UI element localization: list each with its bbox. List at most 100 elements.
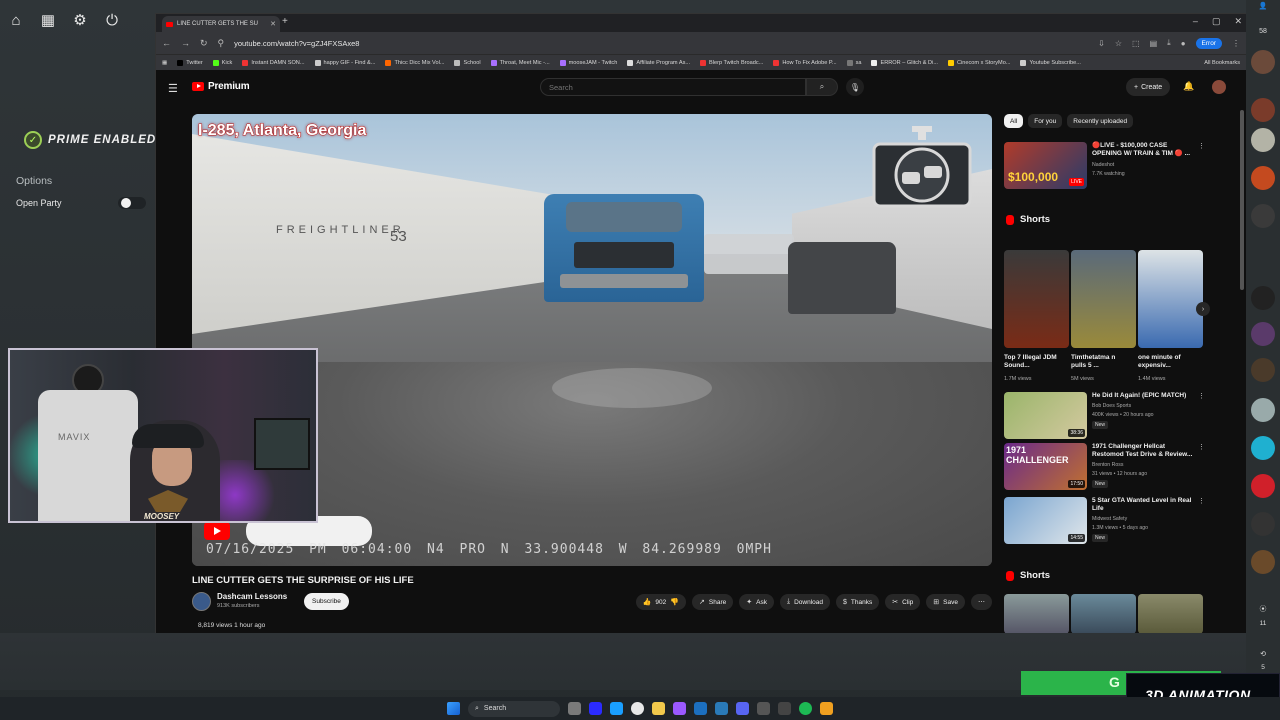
- bookmark-item[interactable]: Youtube Subscribe...: [1020, 59, 1081, 66]
- more-options-icon[interactable]: ⋮: [1198, 392, 1205, 400]
- clip-button[interactable]: ✂ Clip: [885, 594, 921, 610]
- apps-grid-icon[interactable]: ▦: [162, 60, 167, 66]
- rail-server-icon[interactable]: [1251, 358, 1275, 382]
- channel-name[interactable]: Dashcam Lessons: [217, 592, 287, 601]
- account-avatar[interactable]: [1212, 80, 1226, 94]
- bookmark-item[interactable]: Instant DAMN SON...: [242, 59, 305, 66]
- short-card-1[interactable]: [1004, 250, 1069, 348]
- rail-server-icon[interactable]: [1251, 204, 1275, 228]
- rail-server-icon[interactable]: [1251, 128, 1275, 152]
- rail-server-icon[interactable]: [1251, 398, 1275, 422]
- steam-icon[interactable]: [610, 702, 623, 715]
- more-options-icon[interactable]: ⋮: [1198, 142, 1205, 150]
- chip-for-you[interactable]: For you: [1028, 114, 1063, 128]
- bookmark-item[interactable]: Affiliate Program As...: [627, 59, 690, 66]
- short-card-5[interactable]: [1071, 594, 1136, 633]
- bookmark-item[interactable]: Thicc Dicc Mix Vol...: [385, 59, 444, 66]
- bookmark-item[interactable]: School: [454, 59, 481, 66]
- close-window-icon[interactable]: ✕: [1234, 16, 1242, 27]
- store-icon[interactable]: ▦: [32, 0, 64, 40]
- browser-tab[interactable]: LINE CUTTER GETS THE SU ✕: [162, 16, 280, 32]
- chip-all[interactable]: All: [1004, 114, 1024, 128]
- rail-history-icon[interactable]: ⟲: [1246, 650, 1280, 658]
- site-info-icon[interactable]: ⚲: [218, 38, 225, 49]
- channel-avatar[interactable]: [192, 592, 211, 611]
- bookmark-item[interactable]: Blerp Twitch Broadc...: [700, 59, 763, 66]
- power-icon[interactable]: ⏻: [96, 0, 128, 40]
- bookmark-item[interactable]: Twitter: [177, 59, 203, 66]
- download-button[interactable]: ⤓ Download: [779, 594, 830, 610]
- short-card-3[interactable]: [1138, 250, 1203, 348]
- install-icon[interactable]: ⇩: [1098, 39, 1105, 48]
- ask-button[interactable]: ✦ Ask: [739, 594, 774, 610]
- rail-server-icon[interactable]: [1251, 166, 1275, 190]
- share-button[interactable]: ↗ Share: [692, 594, 734, 610]
- bookmark-item[interactable]: Throat, Meet Mic -...: [490, 59, 550, 66]
- maximize-icon[interactable]: ▢: [1212, 16, 1221, 27]
- back-icon[interactable]: ←: [162, 38, 171, 48]
- home-icon[interactable]: ⌂: [0, 0, 32, 40]
- search-button[interactable]: ⌕: [806, 78, 838, 96]
- app-icon[interactable]: [778, 702, 791, 715]
- discord-icon[interactable]: [736, 702, 749, 715]
- bookmark-item[interactable]: Kick: [212, 59, 232, 66]
- create-button[interactable]: + Create: [1126, 78, 1171, 96]
- gear-icon[interactable]: ⚙: [64, 0, 96, 40]
- bookmark-item[interactable]: How To Fix Adobe P...: [773, 59, 837, 66]
- search-input[interactable]: [540, 78, 806, 96]
- url-field[interactable]: youtube.com/watch?v=gZJ4FXSAxe8: [234, 39, 1088, 48]
- menu-icon[interactable]: ⋮: [1232, 39, 1240, 48]
- bookmark-item[interactable]: ERROR – Glitch & Di...: [871, 59, 938, 66]
- bookmark-star-icon[interactable]: ☆: [1115, 39, 1122, 48]
- bookmark-item[interactable]: Cinecom x StoryMo...: [948, 59, 1010, 66]
- page-scrollbar[interactable]: [1240, 110, 1244, 290]
- premiere-icon[interactable]: [589, 702, 602, 715]
- more-options-icon[interactable]: ⋮: [1198, 497, 1205, 505]
- profile-error-badge[interactable]: Error: [1195, 37, 1222, 49]
- sidepanel-icon[interactable]: ▤: [1150, 39, 1158, 48]
- save-button[interactable]: ⊞ Save: [926, 594, 965, 610]
- task-view-icon[interactable]: [568, 702, 581, 715]
- rail-server-icon[interactable]: [1251, 512, 1275, 536]
- chrome-icon[interactable]: [631, 702, 644, 715]
- bookmark-item[interactable]: happy GIF - Find &...: [314, 59, 375, 66]
- all-bookmarks-button[interactable]: All Bookmarks: [1204, 60, 1240, 66]
- rail-server-icon[interactable]: [1251, 50, 1275, 74]
- rail-server-icon[interactable]: [1251, 286, 1275, 310]
- taskbar-search[interactable]: ⌕ Search: [468, 700, 560, 717]
- recommendation-item[interactable]: 38:36 He Did It Again! (EPIC MATCH) Bob …: [1004, 392, 1205, 440]
- recommendation-item[interactable]: 1971 CHALLENGER 17:50 1971 Challenger He…: [1004, 443, 1205, 491]
- short-card-6[interactable]: [1138, 594, 1203, 633]
- chip-recently-uploaded[interactable]: Recently uploaded: [1067, 114, 1134, 128]
- profile-icon[interactable]: ●: [1181, 39, 1186, 48]
- file-explorer-icon[interactable]: [652, 702, 665, 715]
- rail-person-icon[interactable]: 👤: [1246, 2, 1280, 10]
- app-icon[interactable]: [820, 702, 833, 715]
- reload-icon[interactable]: ↻: [200, 38, 208, 49]
- short-card-4[interactable]: [1004, 594, 1069, 633]
- bookmark-item[interactable]: sa: [846, 59, 861, 66]
- spotify-icon[interactable]: [799, 702, 812, 715]
- youtube-premium-logo[interactable]: Premium: [192, 81, 250, 92]
- like-button[interactable]: 👍 902 👎: [635, 594, 686, 610]
- rail-server-icon[interactable]: [1251, 474, 1275, 498]
- recommendation-item[interactable]: 14:55 5 Star GTA Wanted Level in Real Li…: [1004, 497, 1205, 545]
- more-options-icon[interactable]: ⋮: [1198, 443, 1205, 451]
- new-tab-button[interactable]: +: [282, 16, 288, 27]
- rail-broadcast-icon[interactable]: ⦿: [1246, 604, 1280, 614]
- rail-server-icon[interactable]: [1251, 436, 1275, 460]
- recommendation-live[interactable]: $100,000 LIVE 🔴LIVE - $100,000 CASE OPEN…: [1004, 142, 1205, 190]
- lightroom-icon[interactable]: [715, 702, 728, 715]
- thanks-button[interactable]: $ Thanks: [835, 594, 880, 610]
- after-effects-icon[interactable]: [673, 702, 686, 715]
- rail-server-icon[interactable]: [1251, 98, 1275, 122]
- rail-server-icon[interactable]: [1251, 550, 1275, 574]
- extensions-icon[interactable]: ⬚: [1132, 39, 1140, 48]
- photoshop-icon[interactable]: [694, 702, 707, 715]
- close-tab-icon[interactable]: ✕: [270, 20, 276, 28]
- open-party-toggle[interactable]: [118, 197, 146, 209]
- thumbs-down-icon[interactable]: 👎: [670, 598, 679, 606]
- minimize-icon[interactable]: –: [1193, 16, 1198, 27]
- hamburger-menu-icon[interactable]: ☰: [168, 82, 178, 95]
- short-card-2[interactable]: [1071, 250, 1136, 348]
